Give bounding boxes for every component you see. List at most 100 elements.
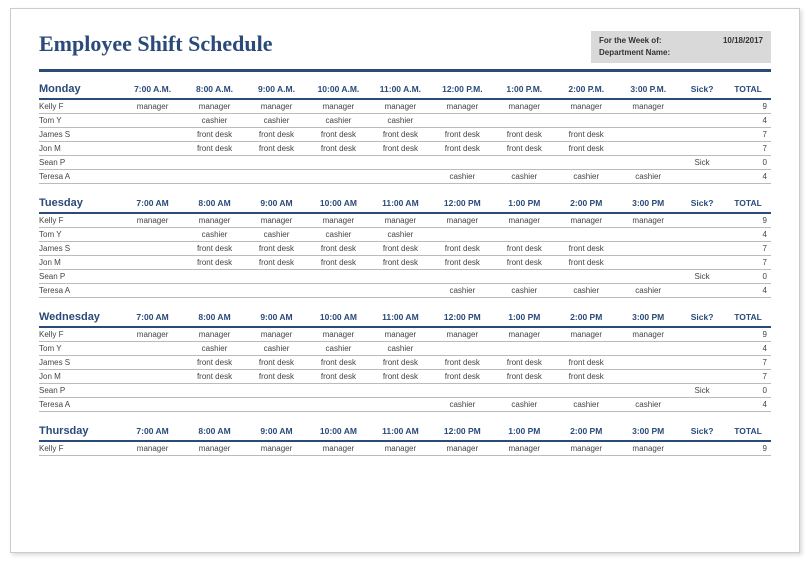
shift-cell (617, 370, 679, 384)
table-row: James Sfront deskfront deskfront deskfro… (39, 356, 771, 370)
shift-cell: manager (617, 441, 679, 456)
sick-cell (679, 284, 725, 298)
shift-cell: cashier (307, 342, 369, 356)
shift-cell: manager (307, 213, 369, 228)
shift-cell (122, 228, 184, 242)
total-cell: 0 (725, 156, 771, 170)
shift-cell: cashier (184, 114, 246, 128)
sick-cell (679, 128, 725, 142)
shift-cell: front desk (431, 370, 493, 384)
time-header: 1:00 P.M. (493, 80, 555, 99)
shift-cell (184, 398, 246, 412)
time-header: 2:00 PM (555, 194, 617, 213)
shift-cell (431, 228, 493, 242)
shift-cell: cashier (431, 284, 493, 298)
header: Employee Shift Schedule For the Week of:… (39, 31, 771, 63)
table-row: Teresa Acashiercashiercashiercashier4 (39, 284, 771, 298)
shift-cell (493, 228, 555, 242)
shift-cell: front desk (555, 142, 617, 156)
time-header: 11:00 AM (369, 308, 431, 327)
shift-cell: manager (555, 213, 617, 228)
employee-name: Kelly F (39, 441, 122, 456)
time-header: 3:00 P.M. (617, 80, 679, 99)
time-header: 11:00 AM (369, 422, 431, 441)
shift-cell (493, 114, 555, 128)
shift-cell: cashier (617, 170, 679, 184)
sick-cell (679, 398, 725, 412)
shift-cell (122, 142, 184, 156)
shift-cell (122, 370, 184, 384)
sick-cell: Sick (679, 270, 725, 284)
shift-cell: front desk (493, 370, 555, 384)
meta-box: For the Week of: 10/18/2017 Department N… (591, 31, 771, 63)
shift-cell (246, 398, 308, 412)
employee-name: Kelly F (39, 99, 122, 114)
total-cell: 0 (725, 384, 771, 398)
shift-cell: front desk (246, 256, 308, 270)
total-header: TOTAL (725, 422, 771, 441)
shift-cell: front desk (555, 128, 617, 142)
shift-cell: manager (555, 99, 617, 114)
shift-cell (617, 356, 679, 370)
time-header: 9:00 AM (246, 308, 308, 327)
employee-name: Jon M (39, 370, 122, 384)
shift-cell: front desk (431, 242, 493, 256)
shift-cell: manager (246, 99, 308, 114)
shift-cell: cashier (431, 170, 493, 184)
day-block: Thursday7:00 AM8:00 AM9:00 AM10:00 AM11:… (39, 422, 771, 456)
employee-name: Jon M (39, 142, 122, 156)
time-header: 2:00 P.M. (555, 80, 617, 99)
shift-cell: front desk (307, 256, 369, 270)
table-row: Sean PSick0 (39, 384, 771, 398)
time-header: 10:00 A.M. (307, 80, 369, 99)
shift-cell: manager (184, 327, 246, 342)
shift-cell (493, 156, 555, 170)
shift-cell (617, 342, 679, 356)
shift-cell: front desk (431, 356, 493, 370)
shift-cell: manager (307, 327, 369, 342)
shift-cell: front desk (369, 128, 431, 142)
day-name-header: Thursday (39, 422, 122, 441)
meta-dept-label: Department Name: (599, 47, 670, 59)
shift-cell: cashier (617, 398, 679, 412)
time-header: 7:00 AM (122, 194, 184, 213)
shift-cell: manager (246, 213, 308, 228)
employee-name: Kelly F (39, 213, 122, 228)
day-name-header: Tuesday (39, 194, 122, 213)
shift-cell: manager (369, 213, 431, 228)
sick-header: Sick? (679, 194, 725, 213)
time-header: 10:00 AM (307, 308, 369, 327)
shift-cell: manager (555, 441, 617, 456)
shift-cell (246, 284, 308, 298)
shift-cell (122, 270, 184, 284)
shift-cell: front desk (555, 370, 617, 384)
shift-cell: front desk (493, 128, 555, 142)
shift-cell (307, 284, 369, 298)
table-row: Teresa Acashiercashiercashiercashier4 (39, 398, 771, 412)
shift-cell (307, 398, 369, 412)
page-title: Employee Shift Schedule (39, 31, 272, 57)
time-header: 8:00 A.M. (184, 80, 246, 99)
shift-cell: manager (555, 327, 617, 342)
header-rule (39, 69, 771, 72)
sick-cell (679, 342, 725, 356)
shift-cell: manager (246, 327, 308, 342)
shift-cell: front desk (555, 242, 617, 256)
sick-cell: Sick (679, 156, 725, 170)
shift-cell (493, 384, 555, 398)
shift-cell: manager (246, 441, 308, 456)
time-header: 9:00 AM (246, 422, 308, 441)
sick-cell (679, 114, 725, 128)
shift-cell (246, 170, 308, 184)
total-header: TOTAL (725, 194, 771, 213)
shift-cell (184, 284, 246, 298)
table-row: Sean PSick0 (39, 156, 771, 170)
shift-cell (184, 170, 246, 184)
shift-cell: front desk (184, 242, 246, 256)
shift-cell (122, 128, 184, 142)
shift-cell (431, 156, 493, 170)
time-header: 1:00 PM (493, 194, 555, 213)
shift-cell: manager (122, 327, 184, 342)
day-block: Tuesday7:00 AM8:00 AM9:00 AM10:00 AM11:0… (39, 194, 771, 298)
shift-cell: front desk (431, 128, 493, 142)
